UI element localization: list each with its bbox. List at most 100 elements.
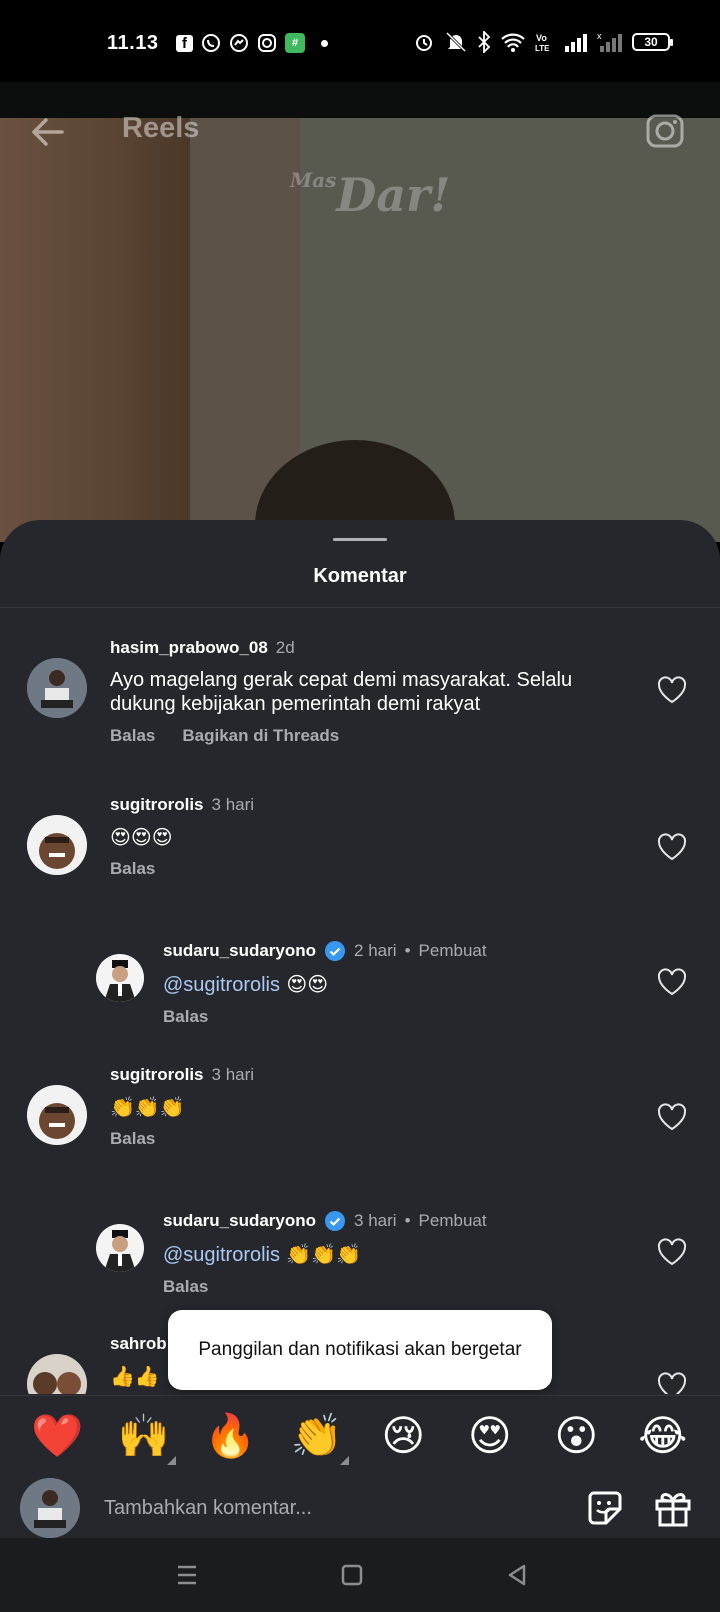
- facebook-icon: f: [176, 34, 193, 52]
- comment-username[interactable]: hasim_prabowo_08: [110, 638, 268, 658]
- gift-icon[interactable]: [652, 1487, 694, 1529]
- comment-actions: Balas: [163, 1007, 633, 1027]
- reaction-heart[interactable]: ❤️: [27, 1411, 87, 1461]
- mention-link[interactable]: @sugitrorolis: [163, 974, 280, 996]
- avatar[interactable]: [96, 1224, 144, 1272]
- quick-reactions-bar: ❤️ 🙌 🔥 👏 😢 😍 😮 😂: [0, 1395, 720, 1475]
- reaction-surprised[interactable]: 😮: [546, 1411, 606, 1460]
- comment-input[interactable]: [104, 1490, 544, 1526]
- avatar[interactable]: [27, 1085, 87, 1145]
- svg-text:x: x: [597, 31, 602, 41]
- volte-icon: VoLTE: [535, 33, 550, 53]
- comment-text: 👏👏👏: [110, 1095, 185, 1119]
- back-triangle-icon[interactable]: [500, 1558, 534, 1592]
- messenger-icon: [229, 33, 249, 53]
- comment-username[interactable]: sugitrorolis: [110, 1065, 204, 1085]
- verified-badge-icon: [325, 941, 346, 961]
- comment-body: sudaru_sudaryono 3 hari • Pembuat @sugit…: [163, 1210, 633, 1297]
- comment-input-row: [0, 1475, 720, 1538]
- reaction-emoji: 👏: [290, 1410, 343, 1460]
- mute-bell-icon: [445, 31, 467, 53]
- system-icons: Vo LTE x 30: [413, 31, 673, 53]
- avatar[interactable]: [96, 954, 144, 1002]
- reaction-laughing[interactable]: 😂: [633, 1411, 693, 1460]
- skin-tone-indicator: [166, 1455, 176, 1465]
- creator-label: Pembuat: [418, 941, 487, 960]
- green-app-icon: #: [285, 33, 305, 53]
- comment-username[interactable]: sahrob: [110, 1334, 167, 1354]
- comment-username[interactable]: sudaru_sudaryono: [163, 1211, 316, 1231]
- avatar[interactable]: [27, 1354, 87, 1394]
- comment-actions: Balas: [163, 1277, 633, 1297]
- wifi-icon: [501, 33, 525, 52]
- sheet-title: Komentar: [313, 565, 407, 587]
- separator-dot: •: [404, 1211, 411, 1230]
- reaction-clap[interactable]: 👏: [287, 1410, 349, 1465]
- avatar[interactable]: [27, 815, 87, 875]
- more-notifications-dot: [321, 39, 328, 47]
- comment-body: sudaru_sudaryono 2 hari • Pembuat @sugit…: [163, 940, 633, 1027]
- heart-icon[interactable]: [657, 968, 687, 996]
- bluetooth-icon: [478, 31, 491, 53]
- avatar[interactable]: [27, 658, 87, 718]
- comment-text: Ayo magelang gerak cepat demi masyarakat…: [110, 669, 573, 715]
- comment-username[interactable]: sugitrorolis: [110, 795, 204, 815]
- comment-actions: Balas Bagikan di Threads: [110, 726, 630, 746]
- comment-time: 3 hari: [354, 1211, 397, 1230]
- verified-badge-icon: [325, 1211, 346, 1231]
- comment-header: hasim_prabowo_08 2d: [110, 638, 630, 658]
- comment-username[interactable]: sudaru_sudaryono: [163, 941, 316, 961]
- mention-link[interactable]: @sugitrorolis: [163, 1244, 280, 1266]
- reply-button[interactable]: Balas: [163, 1277, 208, 1297]
- svg-text:Vo: Vo: [536, 33, 547, 43]
- battery-indicator: 30: [632, 33, 673, 51]
- status-bar: 11.13 f # Vo LTE x 30: [0, 0, 720, 82]
- comment-actions: Balas: [110, 859, 630, 879]
- separator-dot: •: [404, 941, 411, 960]
- reaction-emoji: 🙌: [117, 1410, 170, 1460]
- comment-body: sugitrorolis 3 hari 😍😍😍 Balas: [110, 795, 630, 879]
- comment-time: 3 hari: [211, 1065, 255, 1084]
- comment-header: sugitrorolis 3 hari: [110, 1065, 630, 1085]
- heart-icon[interactable]: [657, 1103, 687, 1131]
- comment-text: @sugitrorolis 👏👏👏: [163, 1242, 633, 1267]
- home-icon[interactable]: [335, 1558, 369, 1592]
- skin-tone-indicator: [339, 1455, 349, 1465]
- comment-list[interactable]: hasim_prabowo_08 2d Ayo magelang gerak c…: [0, 608, 720, 1394]
- camera-icon[interactable]: [644, 108, 688, 152]
- reply-button[interactable]: Balas: [110, 726, 155, 746]
- notification-icons: f #: [176, 33, 328, 53]
- comment-time: 2d: [275, 638, 295, 657]
- comment-text-emoji: 👏👏👏: [280, 1242, 362, 1266]
- reaction-crying[interactable]: 😢: [373, 1411, 433, 1460]
- comment-actions: Balas: [110, 1129, 630, 1149]
- reaction-heart-eyes[interactable]: 😍: [460, 1411, 520, 1460]
- reels-header: Reels: [0, 108, 720, 160]
- comment-header: sugitrorolis 3 hari: [110, 795, 630, 815]
- reply-button[interactable]: Balas: [110, 859, 155, 879]
- heart-icon[interactable]: [657, 1238, 687, 1266]
- vibrate-toast: Panggilan dan notifikasi akan bergetar: [168, 1310, 552, 1390]
- reaction-fire[interactable]: 🔥: [200, 1411, 260, 1461]
- reply-button[interactable]: Balas: [163, 1007, 208, 1027]
- comment-body: sugitrorolis 3 hari 👏👏👏 Balas: [110, 1065, 630, 1149]
- comment-body: hasim_prabowo_08 2d Ayo magelang gerak c…: [110, 638, 630, 746]
- heart-icon[interactable]: [657, 833, 687, 861]
- comment-header: sudaru_sudaryono 3 hari • Pembuat: [163, 1210, 633, 1232]
- heart-icon[interactable]: [657, 1372, 687, 1394]
- whatsapp-icon: [201, 33, 221, 53]
- recent-apps-icon[interactable]: [170, 1558, 204, 1592]
- comment-text: 😍😍😍: [110, 825, 173, 849]
- comment-time: 3 hari: [211, 795, 255, 814]
- video-wall: [0, 118, 190, 542]
- comment-text-emoji: 😍😍: [280, 972, 329, 996]
- reply-button[interactable]: Balas: [110, 1129, 155, 1149]
- heart-icon[interactable]: [657, 676, 687, 704]
- drag-handle[interactable]: [333, 538, 387, 541]
- back-arrow-icon[interactable]: [26, 110, 70, 154]
- share-threads-button[interactable]: Bagikan di Threads: [182, 726, 339, 746]
- system-nav-bar: [0, 1538, 720, 1612]
- signal-weak-icon: x: [597, 31, 622, 52]
- sticker-icon[interactable]: [584, 1487, 626, 1529]
- reaction-raised-hands[interactable]: 🙌: [114, 1410, 176, 1465]
